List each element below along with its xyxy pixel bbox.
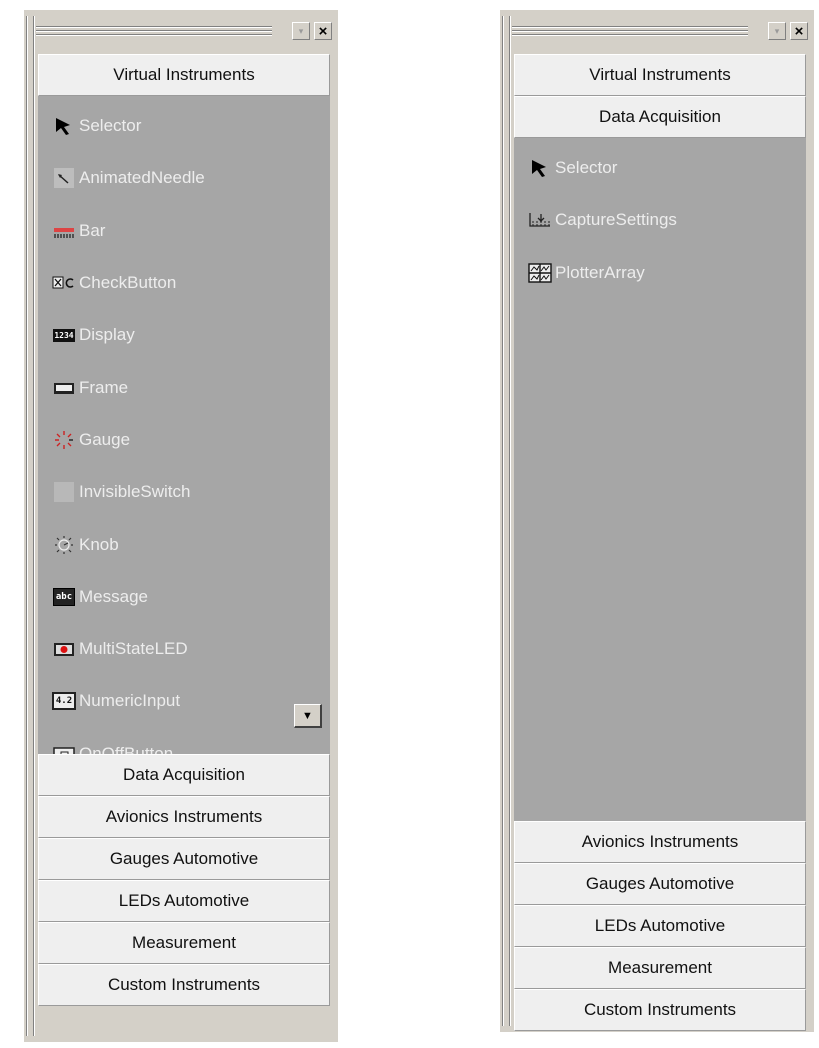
category-measurement[interactable]: Measurement bbox=[514, 947, 806, 989]
tool-label: CaptureSettings bbox=[555, 210, 677, 230]
tool-label: NumericInput bbox=[79, 691, 181, 711]
toolbox-panel-right: ▾ × Virtual Instruments Data Acquisition… bbox=[500, 10, 814, 1032]
drag-grip bbox=[36, 27, 272, 28]
category-custom-instruments[interactable]: Custom Instruments bbox=[38, 964, 330, 1006]
tool-label: Frame bbox=[79, 377, 129, 397]
selector-arrow-icon bbox=[528, 157, 552, 179]
tool-label: Display bbox=[79, 325, 135, 345]
tool-label: Bar bbox=[79, 220, 106, 240]
category-gauges-automotive[interactable]: Gauges Automotive bbox=[514, 863, 806, 905]
category-data-acquisition[interactable]: Data Acquisition bbox=[38, 754, 330, 796]
check-button-icon bbox=[52, 272, 76, 294]
tool-label: CheckButton bbox=[79, 273, 177, 293]
panel-border bbox=[34, 16, 35, 1036]
tool-label: AnimatedNeedle bbox=[79, 168, 205, 188]
tool-label: OnOffButton bbox=[79, 743, 174, 754]
panel-menu-button[interactable]: ▾ bbox=[768, 22, 786, 40]
category-leds-automotive[interactable]: LEDs Automotive bbox=[38, 880, 330, 922]
panel-border bbox=[503, 16, 504, 1026]
tool-label: Selector bbox=[79, 116, 142, 136]
tool-label: Knob bbox=[79, 534, 119, 554]
tool-animated-needle[interactable]: AnimatedNeedle bbox=[38, 152, 330, 204]
tool-numeric-input[interactable]: 4.2 NumericInput bbox=[38, 675, 330, 727]
invisible-switch-icon bbox=[52, 481, 76, 503]
category-avionics-instruments[interactable]: Avionics Instruments bbox=[38, 796, 330, 838]
category-gauges-automotive[interactable]: Gauges Automotive bbox=[38, 838, 330, 880]
gauge-icon bbox=[52, 429, 76, 451]
tool-capture-settings[interactable]: CaptureSettings bbox=[514, 194, 806, 246]
drag-grip bbox=[36, 31, 272, 32]
drag-grip bbox=[36, 35, 272, 36]
tool-list: Selector AnimatedNeedle Bar CheckButton bbox=[38, 96, 330, 754]
scroll-down-button[interactable]: ▼ bbox=[294, 704, 322, 728]
tool-message[interactable]: abc Message bbox=[38, 571, 330, 623]
tool-display[interactable]: 1234 Display bbox=[38, 309, 330, 361]
tool-knob[interactable]: Knob bbox=[38, 518, 330, 570]
display-icon: 1234 bbox=[53, 328, 75, 342]
tool-bar[interactable]: Bar bbox=[38, 205, 330, 257]
frame-icon bbox=[52, 377, 76, 399]
tool-plotter-array[interactable]: PlotterArray bbox=[514, 247, 806, 299]
animated-needle-icon bbox=[52, 167, 76, 189]
tool-selector[interactable]: Selector bbox=[514, 142, 806, 194]
category-virtual-instruments[interactable]: Virtual Instruments bbox=[514, 54, 806, 96]
tool-label: Selector bbox=[555, 158, 618, 178]
category-leds-automotive[interactable]: LEDs Automotive bbox=[514, 905, 806, 947]
panel-title-bar[interactable]: ▾ × bbox=[36, 20, 332, 44]
selector-arrow-icon bbox=[52, 115, 76, 137]
tool-check-button[interactable]: CheckButton bbox=[38, 257, 330, 309]
tool-label: MultiStateLED bbox=[79, 639, 188, 659]
tool-label: InvisibleSwitch bbox=[79, 482, 191, 502]
panel-border bbox=[27, 16, 28, 1036]
tool-label: Message bbox=[79, 586, 148, 606]
category-virtual-instruments[interactable]: Virtual Instruments bbox=[38, 54, 330, 96]
knob-icon bbox=[52, 534, 76, 556]
category-custom-instruments[interactable]: Custom Instruments bbox=[514, 989, 806, 1031]
panel-title-bar[interactable]: ▾ × bbox=[512, 20, 808, 44]
tool-multistate-led[interactable]: MultiStateLED bbox=[38, 623, 330, 675]
onoff-button-icon bbox=[52, 743, 76, 754]
tool-onoff-button[interactable]: OnOffButton bbox=[38, 728, 330, 754]
message-icon: abc bbox=[52, 586, 76, 608]
panel-menu-button[interactable]: ▾ bbox=[292, 22, 310, 40]
drag-grip bbox=[512, 27, 748, 28]
tool-list: Selector CaptureSettings PlotterArray bbox=[514, 138, 806, 821]
capture-settings-icon bbox=[528, 209, 552, 231]
panel-border bbox=[510, 16, 511, 1026]
multistate-led-icon bbox=[52, 638, 76, 660]
tool-selector[interactable]: Selector bbox=[38, 100, 330, 152]
bar-icon bbox=[52, 220, 76, 242]
tool-label: Gauge bbox=[79, 429, 131, 449]
category-measurement[interactable]: Measurement bbox=[38, 922, 330, 964]
tool-invisible-switch[interactable]: InvisibleSwitch bbox=[38, 466, 330, 518]
numeric-input-icon: 4.2 bbox=[51, 690, 77, 712]
plotter-array-icon bbox=[528, 262, 552, 284]
close-button[interactable]: × bbox=[790, 22, 808, 40]
category-avionics-instruments[interactable]: Avionics Instruments bbox=[514, 821, 806, 863]
toolbox-panel-left: ▾ × Virtual Instruments Selector Animate… bbox=[24, 10, 338, 1042]
close-button[interactable]: × bbox=[314, 22, 332, 40]
toolbox-content: Virtual Instruments Selector AnimatedNee… bbox=[38, 54, 330, 1036]
toolbox-content: Virtual Instruments Data Acquisition Sel… bbox=[514, 54, 806, 1031]
tool-label: PlotterArray bbox=[555, 262, 645, 282]
drag-grip bbox=[512, 35, 748, 36]
drag-grip bbox=[512, 31, 748, 32]
category-data-acquisition[interactable]: Data Acquisition bbox=[514, 96, 806, 138]
tool-frame[interactable]: Frame bbox=[38, 361, 330, 413]
tool-gauge[interactable]: Gauge bbox=[38, 414, 330, 466]
